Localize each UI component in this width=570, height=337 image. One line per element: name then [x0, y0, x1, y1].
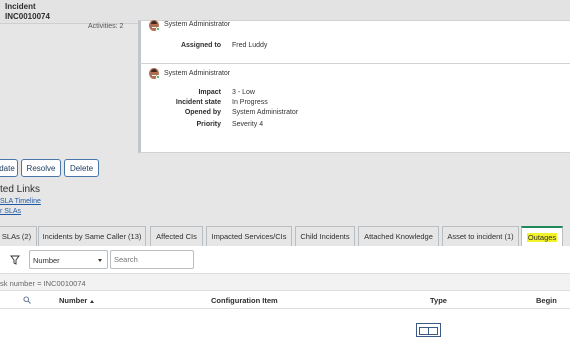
breadcrumb[interactable]: sk number = INC0010074 — [0, 279, 86, 288]
entry-author: System Administrator — [164, 21, 231, 28]
filter-breadcrumb-bar: sk number = INC0010074 — [0, 273, 570, 291]
search-input[interactable] — [110, 250, 194, 269]
tab-child-incidents[interactable]: Child Incidents — [295, 226, 355, 246]
tab-slas[interactable]: SLAs (2) — [0, 226, 37, 246]
related-list-tabs: SLAs (2) Incidents by Same Caller (13) A… — [0, 226, 570, 246]
column-configuration-item[interactable]: Configuration Item — [211, 296, 278, 305]
field-label: Assigned to — [180, 42, 221, 49]
field-label: Opened by — [184, 109, 221, 116]
activities-label: Activities: 2 — [88, 23, 124, 30]
related-links-title: ted Links — [0, 184, 41, 195]
presence-dot — [156, 27, 160, 31]
field-value: Fred Luddy — [232, 42, 268, 49]
sla-timeline-link[interactable]: SLA Timeline — [0, 198, 41, 205]
tab-outages-label: Outages — [526, 232, 558, 242]
column-begin[interactable]: Begin — [536, 296, 557, 305]
tab-outages[interactable]: Outages — [521, 226, 563, 246]
field-value: System Administrator — [232, 109, 299, 116]
delete-button[interactable]: Delete — [64, 159, 99, 177]
entry-author: System Administrator — [164, 70, 231, 77]
column-number-label: Number — [59, 296, 88, 305]
tab-impacted-services[interactable]: Impacted Services/CIs — [206, 226, 292, 246]
repair-slas-link[interactable]: r SLAs — [0, 208, 21, 215]
field-value: 3 - Low — [232, 89, 255, 96]
activity-stream: Activities: 2 System Administrator Assig… — [0, 20, 570, 154]
caret-down-icon — [98, 259, 102, 262]
tab-incidents-by-same-caller[interactable]: Incidents by Same Caller (13) — [38, 226, 146, 246]
form-title: Incident — [5, 2, 36, 11]
tab-asset-to-incident[interactable]: Asset to incident (1) — [442, 226, 519, 246]
field-value: In Progress — [232, 99, 268, 106]
tab-affected-cis[interactable]: Affected CIs — [150, 226, 203, 246]
search-field-value: Number — [33, 256, 60, 265]
activity-entry: System Administrator Impact 3 - Low Inci… — [138, 63, 570, 153]
outages-list: Number sk number = INC0010074 Number Con… — [0, 246, 570, 337]
sort-ascending-icon — [90, 299, 95, 303]
list-toolbar: Number — [0, 246, 570, 273]
field-label: Priority — [196, 121, 221, 128]
update-button[interactable]: date — [0, 159, 18, 177]
field-label: Incident state — [175, 99, 221, 106]
resolve-button[interactable]: Resolve — [21, 159, 61, 177]
presence-dot — [156, 75, 160, 79]
tab-attached-knowledge[interactable]: Attached Knowledge — [358, 226, 439, 246]
record-number: INC0010074 — [5, 12, 50, 21]
field-label: Impact — [198, 89, 221, 96]
table-header: Number Configuration Item Type Begin — [0, 291, 570, 309]
field-value: Severity 4 — [232, 121, 264, 128]
search-field-select[interactable]: Number — [29, 250, 108, 269]
search-icon[interactable] — [23, 296, 31, 304]
filter-icon[interactable] — [10, 255, 20, 265]
outage-type-icon — [416, 323, 441, 337]
column-type[interactable]: Type — [430, 296, 447, 305]
column-number[interactable]: Number — [59, 296, 95, 305]
